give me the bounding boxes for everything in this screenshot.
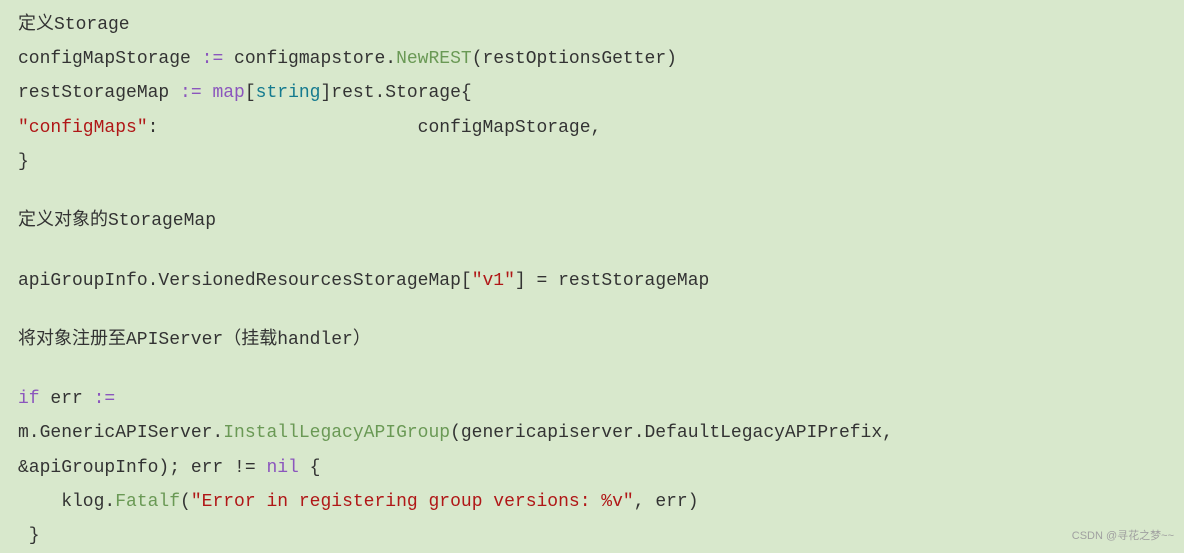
map-keyword: map [212,83,244,103]
assign-op: := [180,83,202,103]
assign-op: := [202,49,224,69]
func-name: Fatalf [115,492,180,512]
text: &apiGroupInfo); err != [18,458,266,478]
nil-keyword: nil [266,458,298,478]
comment-storagemap: 定义对象的StorageMap [18,204,1166,238]
comment-storage: 定义Storage [18,8,1166,42]
text: restStorageMap [18,83,180,103]
watermark: CSDN @寻花之梦~~ [1072,526,1174,547]
code-line-3: "configMaps": configMapStorage, [18,111,1166,145]
text: : configMapStorage, [148,118,602,138]
code-line-9: klog.Fatalf("Error in registering group … [18,485,1166,519]
text: klog. [18,492,115,512]
assign-op: := [94,389,116,409]
func-name: InstallLegacyAPIGroup [223,423,450,443]
text: configMapStorage [18,49,202,69]
spacer [18,179,1166,204]
text: , err) [634,492,699,512]
text: { [299,458,321,478]
string-literal: "v1" [472,271,515,291]
text: apiGroupInfo.VersionedResourcesStorageMa… [18,271,472,291]
text: (genericapiserver.DefaultLegacyAPIPrefix… [450,423,893,443]
text [202,83,213,103]
spacer [18,298,1166,323]
string-literal: "configMaps" [18,118,148,138]
text: ( [180,492,191,512]
code-line-8: &apiGroupInfo); err != nil { [18,451,1166,485]
string-literal: "Error in registering group versions: %v… [191,492,634,512]
code-line-4: } [18,145,1166,179]
code-line-7: m.GenericAPIServer.InstallLegacyAPIGroup… [18,416,1166,450]
if-keyword: if [18,389,40,409]
code-line-2: restStorageMap := map[string]rest.Storag… [18,76,1166,110]
text: (restOptionsGetter) [472,49,677,69]
code-line-5: apiGroupInfo.VersionedResourcesStorageMa… [18,264,1166,298]
text: configmapstore. [223,49,396,69]
code-line-6: if err := [18,382,1166,416]
text: ] = restStorageMap [515,271,709,291]
spacer [18,357,1166,382]
text: [ [245,83,256,103]
type-string: string [256,83,321,103]
text: m.GenericAPIServer. [18,423,223,443]
comment-apiserver: 将对象注册至APIServer（挂载handler） [18,323,1166,357]
spacer [18,238,1166,263]
code-line-1: configMapStorage := configmapstore.NewRE… [18,42,1166,76]
text: err [40,389,94,409]
text: ]rest.Storage{ [320,83,471,103]
code-line-10: } [18,519,1166,553]
func-name: NewREST [396,49,472,69]
